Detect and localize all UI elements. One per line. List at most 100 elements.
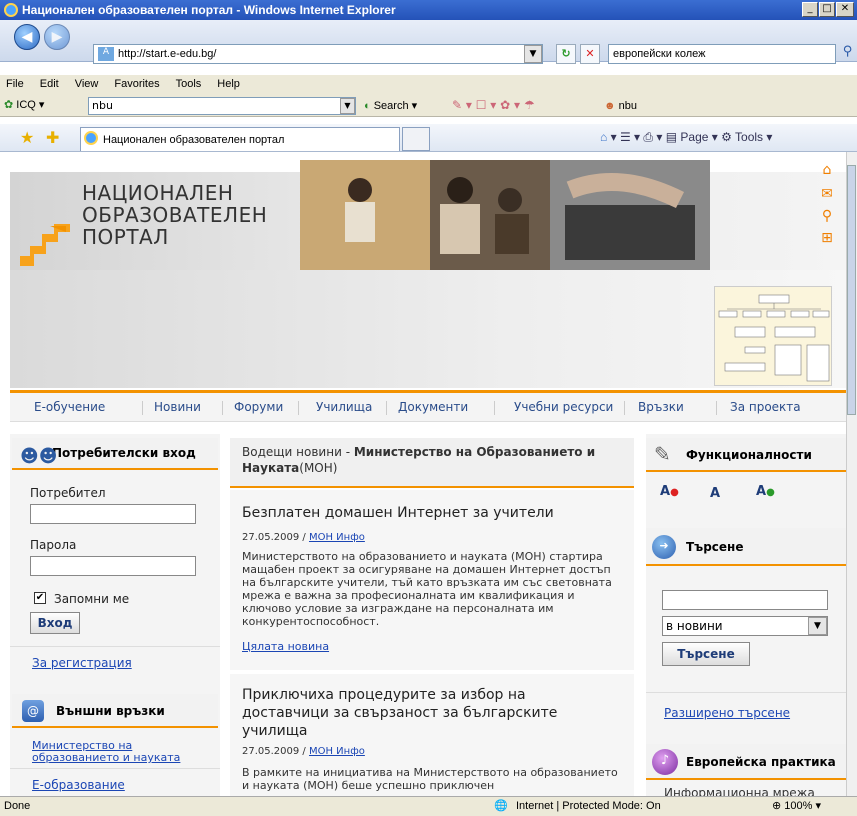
nav-schools[interactable]: Училища <box>316 393 372 421</box>
nav-documents[interactable]: Документи <box>398 393 468 421</box>
search-scope-select[interactable]: в новини <box>662 616 828 636</box>
menu-favorites[interactable]: Favorites <box>114 78 159 90</box>
tools-menu[interactable]: ⚙ Tools ▾ <box>721 130 772 144</box>
forward-button[interactable]: ▶ <box>44 24 70 50</box>
microphone-icon: ♪ <box>652 749 678 775</box>
icq-search-button[interactable]: ◐ Search ▾ <box>364 98 417 114</box>
nav-resources[interactable]: Учебни ресурси <box>514 393 613 421</box>
print-icon[interactable]: ⎙ <box>643 130 653 144</box>
maximize-button[interactable]: □ <box>819 2 835 17</box>
menu-help[interactable]: Help <box>217 78 240 90</box>
divider <box>10 646 220 647</box>
nav-about[interactable]: За проекта <box>730 393 801 421</box>
news-title[interactable]: Безплатен домашен Интернет за учители <box>242 504 622 522</box>
window-titlebar: Национален образователен портал - Window… <box>0 0 857 20</box>
divider <box>646 692 846 693</box>
logo-line-3: ПОРТАЛ <box>82 225 169 249</box>
news-header-prefix: Водещи новини - <box>242 445 354 459</box>
menu-tools[interactable]: Tools <box>176 78 202 90</box>
favorites-star-icon[interactable]: ★ <box>20 128 34 147</box>
icq-search-input[interactable]: nbu <box>88 97 356 115</box>
nav-forums[interactable]: Форуми <box>234 393 283 421</box>
feeds-icon[interactable]: ☰ <box>620 130 631 144</box>
structure-diagram-image[interactable] <box>714 286 832 386</box>
toolbar-tools-icons[interactable]: ✎ ▾ ☐ ▾ ✿ ▾ ☂ <box>452 98 535 112</box>
search-submit-button[interactable]: Търсене <box>662 642 750 666</box>
nav-news[interactable]: Новини <box>154 393 201 421</box>
news-title[interactable]: Приключиха процедурите за избор на доста… <box>242 686 612 740</box>
scrollbar-thumb[interactable] <box>847 165 856 415</box>
nav-divider <box>716 401 717 415</box>
news-meta: 27.05.2009 / МОН Инфо <box>242 532 365 543</box>
font-decrease-button[interactable]: A● <box>660 484 679 499</box>
zone-text: Internet | Protected Mode: On <box>516 800 661 812</box>
home-icon[interactable]: ⌂ <box>600 130 607 144</box>
ie-logo-icon <box>4 3 18 17</box>
refresh-icon[interactable]: ↻ <box>556 44 576 64</box>
add-favorite-icon[interactable]: ✚ <box>46 128 59 147</box>
login-button[interactable]: Вход <box>30 612 80 634</box>
nav-divider <box>298 401 299 415</box>
news-more-link[interactable]: Цялата новина <box>242 640 329 653</box>
globe-icon: 🌐 <box>494 800 508 812</box>
icq-flower-icon: ✿ <box>4 99 14 111</box>
divider <box>10 768 220 769</box>
chevron-down-icon[interactable]: ▼ <box>808 617 827 635</box>
icq-label[interactable]: ICQ <box>16 99 36 111</box>
tab-current[interactable]: Национален образователен портал <box>80 127 400 151</box>
home-icon[interactable]: ⌂ <box>818 162 836 178</box>
page-menu[interactable]: ▤ Page ▾ <box>666 130 718 144</box>
nav-elearning[interactable]: Е-обучение <box>34 393 105 421</box>
external-link-mon[interactable]: Министерство на образованието и науката <box>32 740 212 764</box>
address-bar[interactable]: http://start.e-edu.bg/ <box>93 44 543 64</box>
news-source-link[interactable]: МОН Инфо <box>309 532 365 543</box>
features-title: Функционалности <box>686 448 812 462</box>
search-go-icon[interactable]: ⚲ <box>838 44 857 64</box>
remember-label: Запомни ме <box>54 592 130 606</box>
sitemap-icon[interactable]: ⊞ <box>818 230 836 246</box>
tab-title: Национален образователен портал <box>103 134 285 146</box>
news-source-link[interactable]: МОН Инфо <box>309 746 365 757</box>
password-label: Парола <box>30 538 77 552</box>
username-input[interactable] <box>30 504 196 524</box>
search-input[interactable]: европейски колеж <box>608 44 836 64</box>
menu-view[interactable]: View <box>75 78 99 90</box>
zoom-control[interactable]: ⊕ 100% ▾ <box>772 797 821 816</box>
tab-ie-icon <box>84 131 98 145</box>
search-panel-header: Търсене <box>646 528 846 566</box>
news-meta: 27.05.2009 / МОН Инфо <box>242 746 365 757</box>
minimize-button[interactable]: _ <box>802 2 818 17</box>
close-button[interactable]: ✕ <box>836 2 854 17</box>
external-link-eedu[interactable]: Е-образование <box>32 778 125 792</box>
advanced-search-link[interactable]: Разширено търсене <box>664 706 790 720</box>
stop-icon[interactable]: ✕ <box>580 44 600 64</box>
username-label: Потребител <box>30 486 106 500</box>
menu-edit[interactable]: Edit <box>40 78 59 90</box>
users-icon: ☻ <box>604 100 616 112</box>
european-sub[interactable]: Информационна мрежа <box>664 786 815 796</box>
menu-file[interactable]: File <box>6 78 24 90</box>
mail-icon[interactable]: ✉ <box>818 186 836 202</box>
status-bar: Done 🌐 Internet | Protected Mode: On ⊕ 1… <box>0 796 857 816</box>
news-date: 27.05.2009 / <box>242 532 309 543</box>
password-input[interactable] <box>30 556 196 576</box>
remember-checkbox[interactable]: ✔ <box>34 592 46 604</box>
external-links-icon: @ <box>22 700 44 722</box>
nav-links[interactable]: Връзки <box>638 393 684 421</box>
address-dropdown-icon[interactable]: ▼ <box>524 45 542 63</box>
site-logo-text[interactable]: НАЦИОНАЛЕН ОБРАЗОВАТЕЛЕН ПОРТАЛ <box>82 182 267 248</box>
search-icon[interactable]: ⚲ <box>818 208 836 224</box>
register-link[interactable]: За регистрация <box>32 656 132 670</box>
features-panel-header: Функционалности <box>646 438 846 472</box>
banner-photo <box>300 160 710 270</box>
font-normal-button[interactable]: A <box>710 486 720 501</box>
news-body: В рамките на инициатива на Министерствот… <box>242 766 618 792</box>
external-title: Външни връзки <box>56 704 165 718</box>
back-button[interactable]: ◀ <box>14 24 40 50</box>
nbu-button[interactable]: ☻ nbu <box>604 98 637 114</box>
new-tab-button[interactable] <box>402 127 430 151</box>
european-title: Европейска практика <box>686 755 836 769</box>
icq-dropdown-icon[interactable]: ▼ <box>340 98 355 114</box>
font-increase-button[interactable]: A● <box>756 484 775 499</box>
site-search-input[interactable] <box>662 590 828 610</box>
